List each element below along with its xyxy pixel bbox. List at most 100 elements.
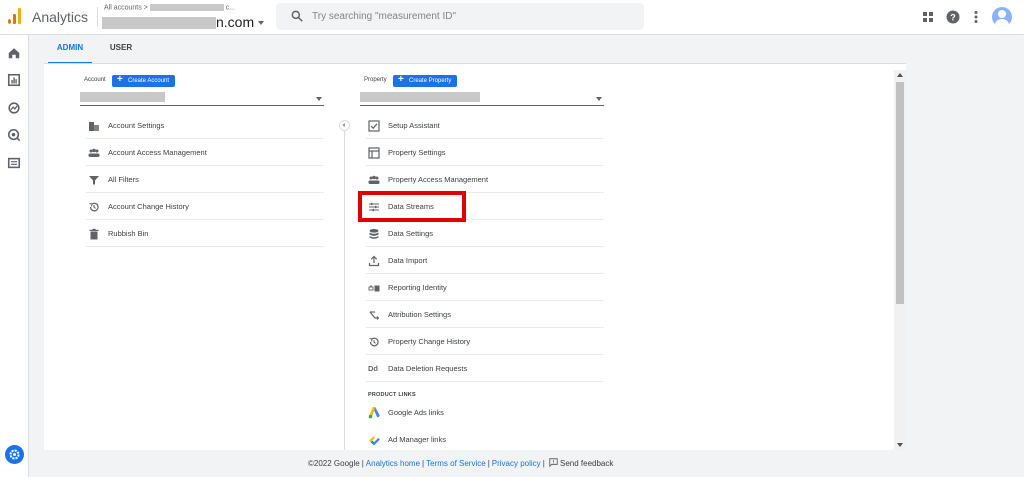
data-import-label: Data Import: [388, 256, 428, 265]
reports-icon[interactable]: [7, 73, 21, 87]
property-change-history-item[interactable]: Property Change History: [366, 328, 604, 355]
app-title: Analytics: [32, 9, 89, 25]
data-import-item[interactable]: Data Import: [366, 247, 604, 274]
ad-manager-links-label: Ad Manager links: [388, 435, 446, 444]
all-filters-label: All Filters: [108, 175, 139, 184]
data-deletion-requests-label: Data Deletion Requests: [388, 364, 468, 373]
data-deletion-requests-item[interactable]: Dd Data Deletion Requests: [366, 355, 604, 382]
feedback-icon: [549, 458, 558, 468]
terms-of-service-link[interactable]: Terms of Service: [426, 459, 486, 468]
scroll-thumb[interactable]: [896, 82, 904, 304]
layout-icon: [368, 147, 380, 159]
scroll-up-arrow-icon[interactable]: [897, 73, 903, 77]
scroll-down-arrow-icon[interactable]: [897, 443, 903, 447]
property-label: Property: [364, 77, 387, 83]
create-property-button[interactable]: Create Property: [393, 74, 458, 87]
checkbox-icon: [368, 120, 380, 132]
redacted-account-selection: [80, 92, 165, 102]
ad-manager-links-item[interactable]: Ad Manager links: [366, 426, 604, 453]
attribution-settings-item[interactable]: Attribution Settings: [366, 301, 604, 328]
building-icon: [89, 122, 99, 131]
attribution-icon: [369, 311, 380, 320]
breadcrumb-all-accounts[interactable]: All accounts > c...: [104, 4, 235, 11]
send-feedback-button[interactable]: Send feedback: [549, 458, 614, 468]
account-change-history-label: Account Change History: [108, 202, 189, 211]
people-icon: [88, 148, 100, 157]
data-streams-highlight: [358, 191, 466, 222]
trash-icon: [89, 228, 99, 240]
reporting-identity-item[interactable]: Reporting Identity: [366, 274, 604, 301]
account-label: Account: [84, 77, 106, 83]
panel-scrollbar[interactable]: [894, 70, 906, 450]
property-picker[interactable]: n.com: [102, 14, 265, 30]
configure-list-icon[interactable]: [7, 156, 21, 170]
product-links-heading: PRODUCT LINKS: [368, 392, 416, 398]
search-input[interactable]: [312, 8, 632, 25]
google-ads-links-item[interactable]: Google Ads links: [366, 399, 604, 426]
account-change-history-item[interactable]: Account Change History: [86, 193, 324, 220]
data-settings-label: Data Settings: [388, 229, 434, 238]
all-filters-item[interactable]: All Filters: [86, 166, 324, 193]
search-icon: [291, 10, 303, 22]
tab-user[interactable]: USER: [104, 38, 138, 64]
property-selector[interactable]: [360, 92, 604, 106]
setup-assistant-label: Setup Assistant: [388, 121, 440, 130]
chevron-down-icon: [596, 97, 602, 101]
admin-panel: Account Create Account Account Settings …: [44, 64, 906, 450]
property-access-management-item[interactable]: Property Access Management: [366, 166, 604, 193]
history-icon: [369, 337, 379, 347]
data-settings-item[interactable]: Data Settings: [366, 220, 604, 247]
people-icon: [368, 175, 380, 184]
advertising-icon[interactable]: [7, 128, 21, 142]
breadcrumb-all-accounts-label: All accounts >: [104, 4, 148, 12]
google-ads-links-label: Google Ads links: [388, 408, 444, 417]
property-picker-label: n.com: [216, 14, 255, 30]
filter-icon: [89, 176, 99, 185]
property-change-history-label: Property Change History: [388, 337, 471, 346]
database-icon: [369, 229, 379, 239]
account-access-management-label: Account Access Management: [108, 148, 207, 157]
upload-icon: [368, 255, 380, 267]
chevron-down-icon: [258, 21, 265, 26]
account-selector[interactable]: [80, 92, 324, 106]
property-access-management-label: Property Access Management: [388, 175, 489, 184]
search-bar[interactable]: [276, 3, 644, 30]
property-settings-item[interactable]: Property Settings: [366, 139, 604, 166]
analytics-home-link[interactable]: Analytics home: [366, 459, 420, 468]
google-ads-icon: [368, 407, 380, 419]
privacy-policy-link[interactable]: Privacy policy: [492, 459, 541, 468]
create-account-button[interactable]: Create Account: [112, 74, 176, 87]
analytics-logo-icon[interactable]: [8, 8, 22, 24]
redacted-account-name: [149, 4, 224, 11]
identity-icon: [368, 285, 380, 292]
svg-text:?: ?: [950, 13, 956, 23]
footer-copyright: ©2022 Google: [308, 459, 360, 468]
rubbish-bin-item[interactable]: Rubbish Bin: [86, 220, 324, 247]
account-settings-item[interactable]: Account Settings: [86, 112, 324, 139]
reporting-identity-label: Reporting Identity: [388, 283, 447, 292]
account-access-management-item[interactable]: Account Access Management: [86, 139, 324, 166]
breadcrumb-small-suffix: c...: [225, 4, 236, 12]
more-vert-icon[interactable]: [968, 9, 984, 25]
footer: ©2022 Google | Analytics home | Terms of Ser…: [308, 458, 614, 468]
send-feedback-label: Send feedback: [560, 459, 614, 468]
setup-assistant-item[interactable]: Setup Assistant: [366, 112, 604, 139]
chevron-down-icon: [316, 97, 322, 101]
history-icon: [89, 202, 99, 212]
account-avatar[interactable]: [992, 7, 1012, 27]
ad-manager-icon: [369, 436, 380, 446]
column-divider: [344, 120, 345, 450]
tab-admin[interactable]: ADMIN: [48, 38, 92, 64]
rubbish-bin-label: Rubbish Bin: [108, 229, 149, 238]
help-icon[interactable]: ?: [945, 9, 961, 25]
apps-grid-icon[interactable]: [920, 9, 936, 25]
home-icon[interactable]: [7, 46, 21, 60]
account-settings-label: Account Settings: [108, 121, 165, 130]
redacted-property-selection: [360, 92, 480, 102]
property-settings-label: Property Settings: [388, 148, 446, 157]
redacted-property-name: [102, 17, 216, 30]
explore-icon[interactable]: [7, 101, 21, 115]
admin-gear-icon[interactable]: [5, 445, 24, 464]
left-nav-rail: [0, 35, 29, 477]
collapse-column-icon[interactable]: [339, 120, 350, 131]
